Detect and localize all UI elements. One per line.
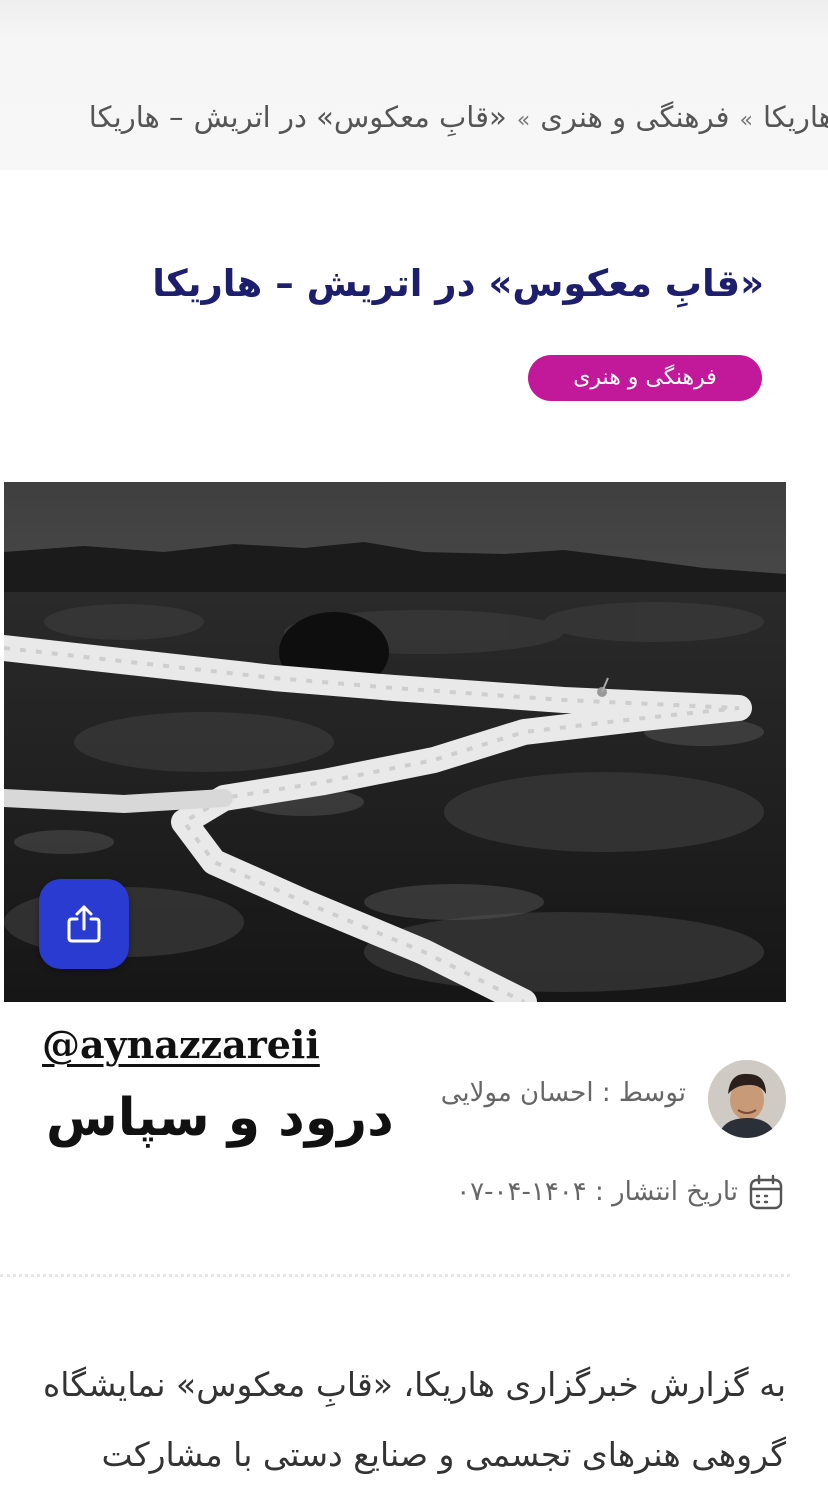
breadcrumb: هاریکا » فرهنگی و هنری » «قابِ معکوس» در اتر… (89, 92, 828, 142)
author-name[interactable]: توسط : احسان مولایی (441, 1078, 686, 1108)
breadcrumb-bar: هاریکا » فرهنگی و هنری » «قابِ معکوس» در اتر… (0, 0, 828, 170)
share-button[interactable] (39, 879, 129, 969)
breadcrumb-separator: » (739, 108, 753, 133)
calendar-icon (749, 1174, 783, 1210)
breadcrumb-item-current: «قابِ معکوس» در اتریش (193, 100, 507, 134)
category-badge[interactable]: فرهنگی و هنری (528, 355, 762, 401)
author-avatar[interactable] (708, 1060, 786, 1138)
body-line: به گزارش خبرگزاری هاریکا، «قابِ معکوس» ن… (43, 1365, 786, 1404)
publish-date-row: تاریخ انتشار : ۱۴۰۴-۰۴-۰۷ (456, 1172, 786, 1212)
article-body: به گزارش خبرگزاری هاریکا، «قابِ معکوس» ن… (26, 1350, 786, 1490)
greeting-sticker: درود و سپاس (46, 1088, 394, 1148)
body-line: گروهی هنرهای تجسمی و صنایع دستی با مشارک… (101, 1435, 786, 1474)
breadcrumb-current-suffix: – هاریکا (88, 100, 184, 134)
instagram-handle-sticker: @aynazzareii (42, 1022, 320, 1067)
breadcrumb-item-home[interactable]: هاریکا (763, 92, 828, 142)
share-icon (67, 905, 101, 943)
breadcrumb-item-category[interactable]: فرهنگی و هنری (540, 92, 729, 142)
publish-date: تاریخ انتشار : ۱۴۰۴-۰۴-۰۷ (456, 1177, 738, 1207)
page-title: «قابِ معکوس» در اتریش – هاریکا (152, 262, 764, 305)
divider (0, 1274, 790, 1277)
breadcrumb-separator: » (516, 108, 531, 133)
